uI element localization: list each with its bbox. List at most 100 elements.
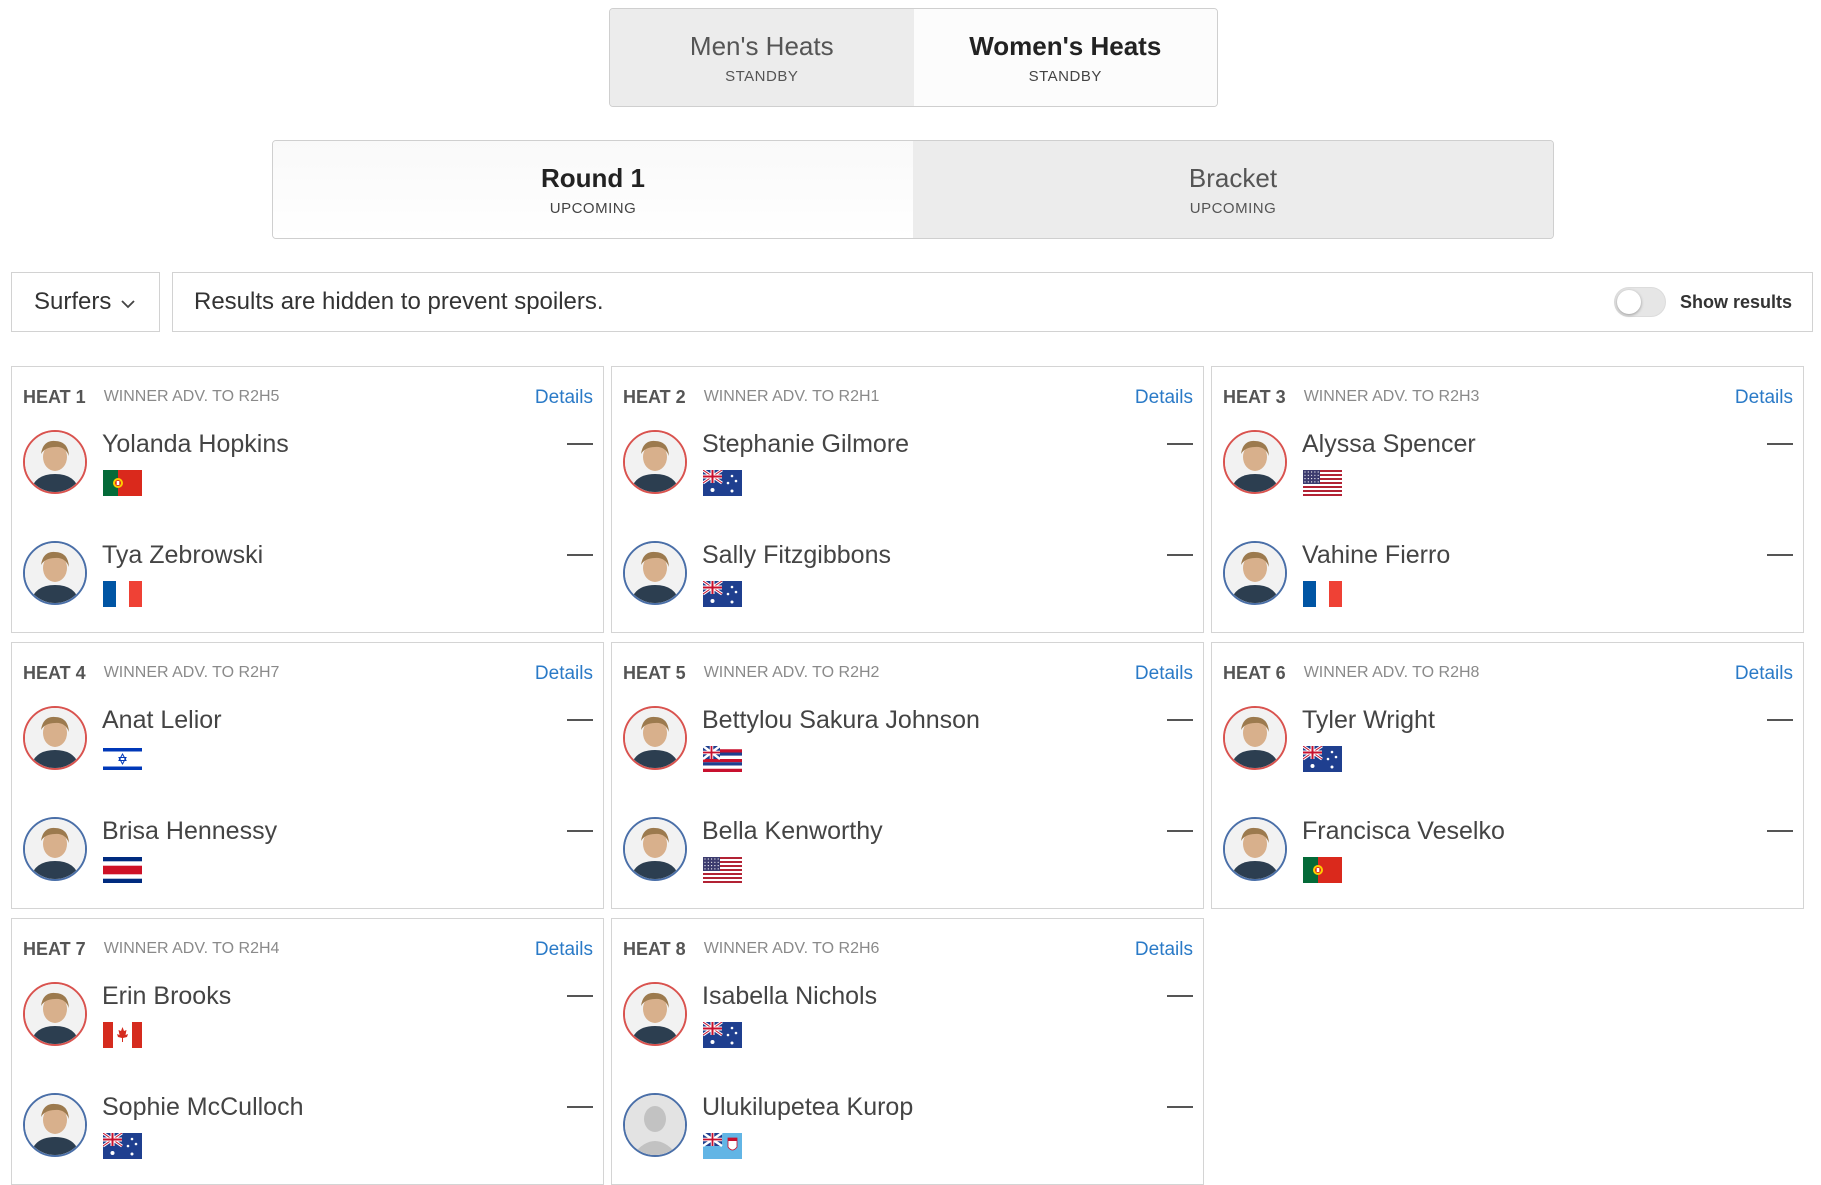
heat-card-6: HEAT 6 WINNER ADV. TO R2H8 Details Tyler…: [1211, 642, 1804, 909]
heat-details-link[interactable]: Details: [1735, 387, 1793, 409]
heat-details-link[interactable]: Details: [535, 387, 593, 409]
tab-bracket[interactable]: Bracket UPCOMING: [913, 141, 1553, 238]
surfer-name: Bettylou Sakura Johnson: [702, 706, 980, 734]
toggle-knob: [1616, 290, 1641, 314]
spoiler-message: Results are hidden to prevent spoilers.: [194, 288, 604, 315]
score-placeholder: [1167, 719, 1193, 721]
heat-details-link[interactable]: Details: [535, 663, 593, 685]
surfer-row[interactable]: Anat Lelior: [23, 706, 593, 780]
surfer-row[interactable]: Ulukilupetea Kurop: [623, 1093, 1193, 1167]
heat-advance-info: WINNER ADV. TO R2H4: [103, 940, 280, 957]
canada-flag-icon: [103, 1022, 142, 1048]
portugal-flag-icon: [1303, 857, 1342, 883]
heat-header: HEAT 5 WINNER ADV. TO R2H2 Details: [623, 661, 1193, 685]
avatar: [1223, 430, 1287, 494]
tab-status: STANDBY: [725, 67, 799, 85]
score-placeholder: [1767, 830, 1793, 832]
surfer-row[interactable]: Brisa Hennessy: [23, 817, 593, 891]
score-placeholder: [567, 995, 593, 997]
surfer-name: Vahine Fierro: [1302, 541, 1451, 569]
show-results-toggle[interactable]: [1613, 287, 1666, 317]
avatar: [623, 1093, 687, 1157]
surfer-row[interactable]: Sophie McCulloch: [23, 1093, 593, 1167]
tab-round-1[interactable]: Round 1 UPCOMING: [273, 141, 913, 238]
surfer-row[interactable]: Tya Zebrowski: [23, 541, 593, 615]
surfer-name: Sophie McCulloch: [102, 1093, 304, 1121]
avatar: [623, 982, 687, 1046]
surfer-name: Yolanda Hopkins: [102, 430, 289, 458]
surfer-name: Isabella Nichols: [702, 982, 878, 1010]
surfer-row[interactable]: Yolanda Hopkins: [23, 430, 593, 504]
france-flag-icon: [1303, 581, 1342, 607]
heat-advance-info: WINNER ADV. TO R2H6: [703, 940, 880, 957]
heat-card-4: HEAT 4 WINNER ADV. TO R2H7 Details Anat …: [11, 642, 604, 909]
heat-card-8: HEAT 8 WINNER ADV. TO R2H6 Details Isabe…: [611, 918, 1204, 1185]
heat-header: HEAT 4 WINNER ADV. TO R2H7 Details: [23, 661, 593, 685]
surfers-dropdown[interactable]: Surfers: [11, 272, 160, 332]
surfer-row[interactable]: Sally Fitzgibbons: [623, 541, 1193, 615]
heat-card-1: HEAT 1 WINNER ADV. TO R2H5 Details Yolan…: [11, 366, 604, 633]
avatar: [623, 817, 687, 881]
usa-flag-icon: [703, 857, 742, 883]
score-placeholder: [567, 443, 593, 445]
surfer-name: Erin Brooks: [102, 982, 232, 1010]
heat-header: HEAT 3 WINNER ADV. TO R2H3 Details: [1223, 385, 1793, 409]
heat-details-link[interactable]: Details: [1135, 663, 1193, 685]
heat-advance-info: WINNER ADV. TO R2H8: [1303, 664, 1480, 681]
tab-label: Bracket: [1188, 162, 1278, 193]
score-placeholder: [567, 1106, 593, 1108]
surfer-row[interactable]: Tyler Wright: [1223, 706, 1793, 780]
surfer-name: Bella Kenworthy: [702, 817, 883, 845]
heat-header: HEAT 6 WINNER ADV. TO R2H8 Details: [1223, 661, 1793, 685]
heat-details-link[interactable]: Details: [1135, 939, 1193, 961]
score-placeholder: [567, 830, 593, 832]
surfer-row[interactable]: Erin Brooks: [23, 982, 593, 1056]
heat-card-2: HEAT 2 WINNER ADV. TO R2H1 Details Steph…: [611, 366, 1204, 633]
heat-advance-info: WINNER ADV. TO R2H1: [703, 388, 880, 405]
show-results-label: Show results: [1679, 291, 1792, 312]
avatar: [23, 706, 87, 770]
tab-status: UPCOMING: [1189, 199, 1277, 217]
heat-details-link[interactable]: Details: [1735, 663, 1793, 685]
costa-rica-flag-icon: [103, 857, 142, 883]
hawaii-flag-icon: [702, 745, 742, 772]
surfer-row[interactable]: Francisca Veselko: [1223, 817, 1793, 891]
heat-title: HEAT 1: [23, 386, 86, 407]
heat-details-link[interactable]: Details: [535, 939, 593, 961]
heat-advance-info: WINNER ADV. TO R2H7: [103, 664, 280, 681]
tab-mens-heats[interactable]: Men's Heats STANDBY: [610, 9, 914, 106]
heat-advance-info: WINNER ADV. TO R2H2: [703, 664, 880, 681]
australia-flag-icon: [702, 468, 742, 496]
surfer-name: Tyler Wright: [1302, 706, 1435, 734]
surfer-row[interactable]: Isabella Nichols: [623, 982, 1193, 1056]
score-placeholder: [567, 554, 593, 556]
surfer-row[interactable]: Alyssa Spencer: [1223, 430, 1793, 504]
score-placeholder: [1767, 554, 1793, 556]
heat-details-link[interactable]: Details: [1135, 387, 1193, 409]
surfer-row[interactable]: Bettylou Sakura Johnson: [623, 706, 1193, 780]
round-tabs: Round 1 UPCOMING Bracket UPCOMING: [272, 140, 1554, 239]
show-results-control: Show results: [1613, 273, 1792, 331]
avatar: [23, 541, 87, 605]
heat-card-7: HEAT 7 WINNER ADV. TO R2H4 Details Erin …: [11, 918, 604, 1185]
score-placeholder: [1767, 719, 1793, 721]
tab-label: Round 1: [541, 162, 645, 193]
avatar: [23, 430, 87, 494]
surfer-row[interactable]: Stephanie Gilmore: [623, 430, 1193, 504]
heat-title: HEAT 7: [23, 938, 86, 959]
tab-womens-heats[interactable]: Women's Heats STANDBY: [913, 9, 1217, 106]
avatar: [23, 1093, 87, 1157]
heat-header: HEAT 1 WINNER ADV. TO R2H5 Details: [23, 385, 593, 409]
tab-status: STANDBY: [1028, 67, 1102, 85]
surfer-row[interactable]: Bella Kenworthy: [623, 817, 1193, 891]
spoiler-bar: Results are hidden to prevent spoilers. …: [172, 272, 1813, 332]
score-placeholder: [1167, 1106, 1193, 1108]
australia-flag-icon: [102, 1131, 142, 1159]
avatar: [1223, 706, 1287, 770]
surfer-row[interactable]: Vahine Fierro: [1223, 541, 1793, 615]
surfer-name: Tya Zebrowski: [102, 541, 264, 569]
australia-flag-icon: [702, 1020, 742, 1048]
gender-tabs: Men's Heats STANDBY Women's Heats STANDB…: [609, 8, 1218, 107]
avatar: [623, 430, 687, 494]
australia-flag-icon: [1302, 744, 1342, 772]
